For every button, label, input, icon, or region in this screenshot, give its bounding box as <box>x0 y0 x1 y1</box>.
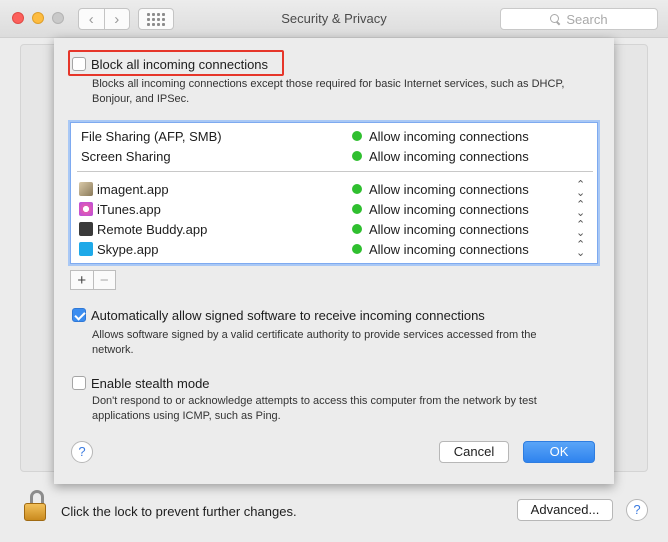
stepper-icon[interactable]: ⌃ ⌄ <box>576 200 585 219</box>
advanced-button[interactable]: Advanced... <box>517 499 613 521</box>
app-list[interactable]: File Sharing (AFP, SMB) Allow incoming c… <box>70 122 598 264</box>
help-icon[interactable]: ? <box>71 441 93 463</box>
app-name: iTunes.app <box>97 202 161 217</box>
block-all-checkbox[interactable] <box>72 57 86 71</box>
app-status: Allow incoming connections <box>369 222 529 237</box>
cancel-button[interactable]: Cancel <box>439 441 509 463</box>
status-dot-icon <box>352 151 362 161</box>
service-name: Screen Sharing <box>81 149 171 164</box>
help-icon[interactable]: ? <box>626 499 648 521</box>
stepper-icon[interactable]: ⌃ ⌄ <box>576 180 585 199</box>
app-name: Remote Buddy.app <box>97 222 208 237</box>
status-dot-icon <box>352 184 362 194</box>
list-item[interactable]: Remote Buddy.app Allow incoming connecti… <box>71 219 597 239</box>
lock-open-icon[interactable] <box>22 490 50 522</box>
list-item[interactable]: Screen Sharing Allow incoming connection… <box>71 146 597 166</box>
search-icon <box>550 13 561 25</box>
lock-status-text: Click the lock to prevent further change… <box>61 504 297 519</box>
auto-allow-checkbox[interactable] <box>72 308 86 322</box>
block-all-label: Block all incoming connections <box>91 57 269 72</box>
status-dot-icon <box>352 244 362 254</box>
stealth-mode-description: Don't respond to or acknowledge attempts… <box>92 395 537 422</box>
imagent-app-icon <box>79 182 93 196</box>
auto-allow-description: Allows software signed by a valid certif… <box>92 329 537 356</box>
app-name: imagent.app <box>97 182 169 197</box>
stepper-icon[interactable]: ⌃ ⌄ <box>576 220 585 239</box>
app-status: Allow incoming connections <box>369 202 529 217</box>
auto-allow-label: Automatically allow signed software to r… <box>91 308 485 323</box>
list-item[interactable]: File Sharing (AFP, SMB) Allow incoming c… <box>71 126 597 146</box>
itunes-app-icon <box>79 202 93 216</box>
status-dot-icon <box>352 131 362 141</box>
block-all-description: Blocks all incoming connections except t… <box>92 78 565 105</box>
list-item[interactable]: imagent.app Allow incoming connections ⌃… <box>71 179 597 199</box>
firewall-options-sheet: Block all incoming connections Blocks al… <box>54 38 614 484</box>
list-item[interactable]: iTunes.app Allow incoming connections ⌃ ⌄ <box>71 199 597 219</box>
add-app-button[interactable]: + <box>71 271 93 289</box>
service-name: File Sharing (AFP, SMB) <box>81 129 222 144</box>
remote-buddy-app-icon <box>79 222 93 236</box>
service-status: Allow incoming connections <box>369 129 529 144</box>
status-dot-icon <box>352 224 362 234</box>
stealth-mode-checkbox[interactable] <box>72 376 86 390</box>
stepper-icon[interactable]: ⌃ ⌄ <box>576 240 585 259</box>
title-bar: ‹ › Security & Privacy Search <box>0 0 668 38</box>
list-divider <box>77 171 593 172</box>
search-input[interactable]: Search <box>500 8 658 30</box>
skype-app-icon <box>79 242 93 256</box>
remove-app-button[interactable]: − <box>92 271 116 289</box>
stealth-mode-label: Enable stealth mode <box>91 376 210 391</box>
list-item[interactable]: Skype.app Allow incoming connections ⌃ ⌄ <box>71 239 597 259</box>
app-name: Skype.app <box>97 242 159 257</box>
add-remove-control: + − <box>70 270 116 290</box>
app-status: Allow incoming connections <box>369 242 529 257</box>
ok-button[interactable]: OK <box>523 441 595 463</box>
service-status: Allow incoming connections <box>369 149 529 164</box>
status-dot-icon <box>352 204 362 214</box>
search-placeholder: Search <box>566 11 608 27</box>
app-status: Allow incoming connections <box>369 182 529 197</box>
